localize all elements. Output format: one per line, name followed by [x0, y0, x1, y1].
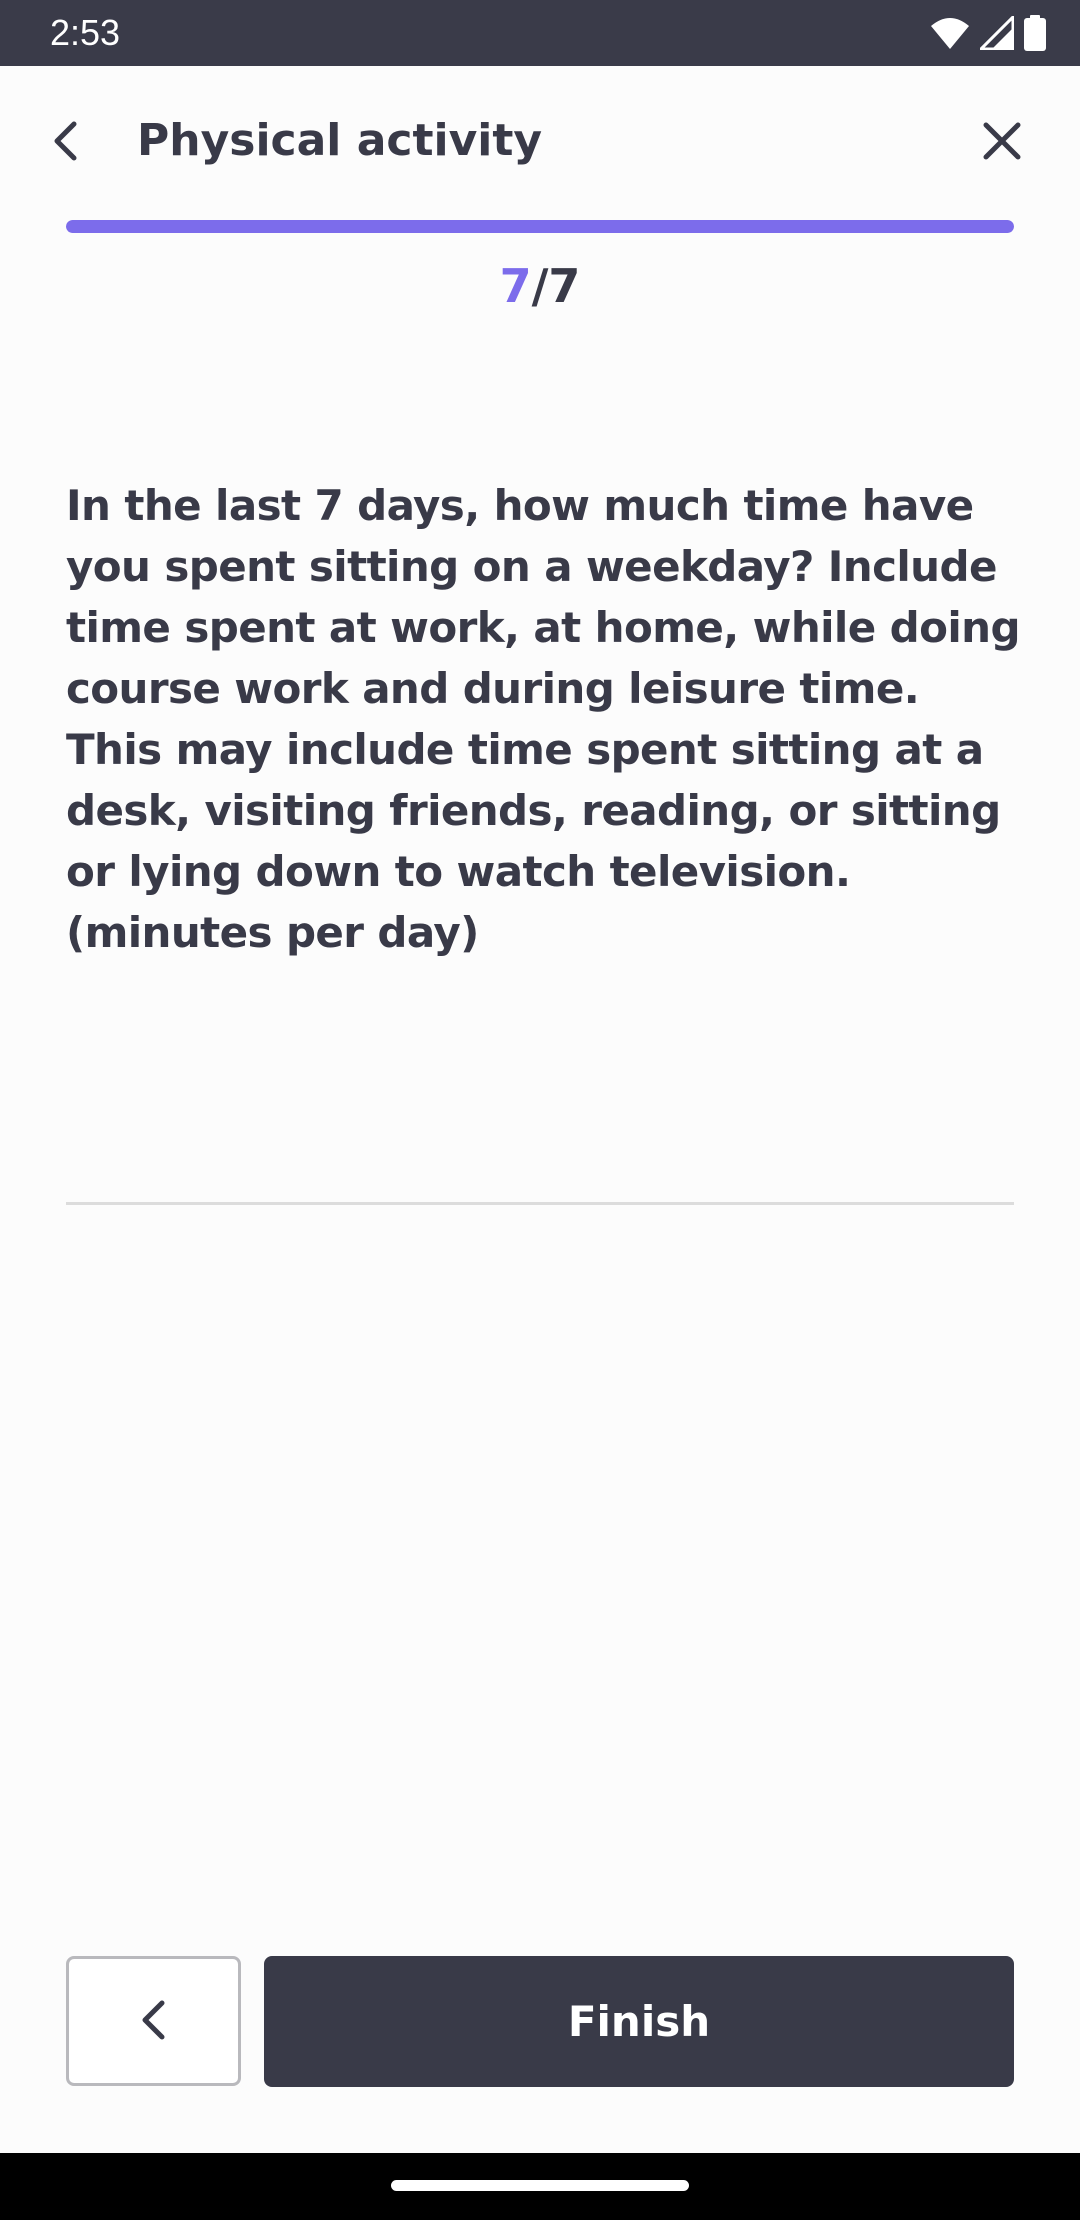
wifi-icon [930, 16, 970, 50]
home-gesture-handle[interactable] [391, 2180, 689, 2191]
question-text: In the last 7 days, how much time have y… [66, 481, 1021, 957]
progress-total: 7 [548, 259, 581, 313]
finish-button[interactable]: Finish [264, 1956, 1014, 2087]
progress-bar-fill [66, 220, 1014, 233]
battery-icon [1024, 15, 1046, 51]
answer-input[interactable] [66, 1150, 1014, 1205]
status-bar: 2:53 [0, 0, 1080, 66]
back-arrow-icon[interactable] [42, 116, 92, 166]
status-time: 2:53 [50, 12, 121, 53]
progress-counter: 7/7 [0, 256, 1080, 316]
chevron-left-icon [134, 1995, 174, 2048]
app-header: Physical activity [0, 66, 1080, 216]
signal-icon [980, 16, 1014, 50]
progress-bar [66, 220, 1014, 233]
progress-separator: / [531, 259, 549, 313]
previous-question-button[interactable] [66, 1956, 241, 2086]
progress-current: 7 [499, 259, 532, 313]
close-icon[interactable] [977, 116, 1027, 166]
navigation-bar [0, 2153, 1080, 2220]
page-title: Physical activity [137, 115, 543, 166]
status-icons [930, 14, 1046, 52]
